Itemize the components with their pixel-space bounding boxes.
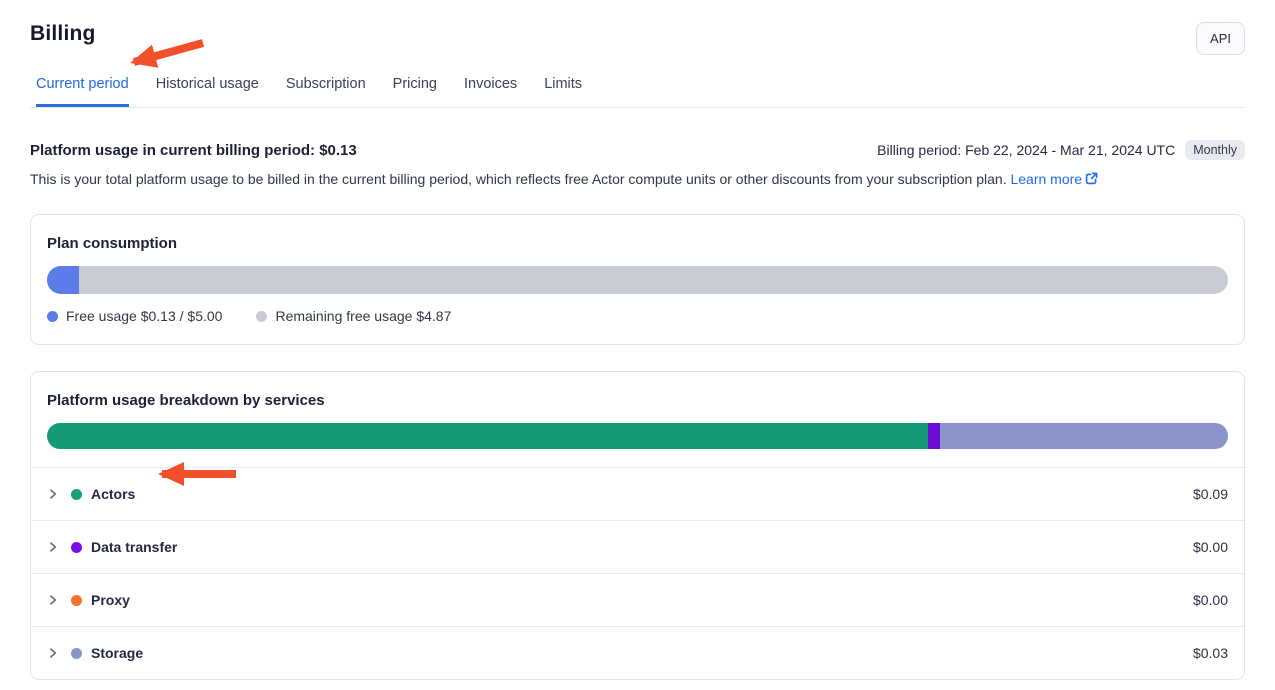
external-link-icon: [1085, 172, 1098, 188]
tab-historical-usage[interactable]: Historical usage: [156, 70, 259, 107]
tab-invoices[interactable]: Invoices: [464, 70, 517, 107]
legend-label: Free usage $0.13 / $5.00: [66, 308, 222, 324]
usage-summary: Platform usage in current billing period…: [30, 140, 1245, 160]
service-color-dot: [71, 489, 82, 500]
billing-cycle-badge: Monthly: [1185, 140, 1245, 160]
billing-period-group: Billing period: Feb 22, 2024 - Mar 21, 2…: [877, 140, 1245, 160]
legend-item-free-usage: Free usage $0.13 / $5.00: [47, 308, 222, 324]
service-row-data-transfer[interactable]: Data transfer $0.00: [31, 520, 1244, 573]
plan-consumption-bar: [47, 266, 1228, 294]
chevron-right-icon[interactable]: [47, 647, 59, 659]
learn-more-label: Learn more: [1010, 171, 1082, 187]
usage-breakdown-card: Platform usage breakdown by services Act…: [30, 371, 1245, 680]
page-title: Billing: [30, 22, 96, 46]
service-row-actors[interactable]: Actors $0.09: [31, 467, 1244, 520]
usage-breakdown-bar: [47, 423, 1228, 449]
tab-limits[interactable]: Limits: [544, 70, 582, 107]
plan-consumption-title: Plan consumption: [47, 235, 1228, 252]
usage-breakdown-title: Platform usage breakdown by services: [47, 392, 1228, 409]
chevron-right-icon[interactable]: [47, 594, 59, 606]
chevron-right-icon[interactable]: [47, 541, 59, 553]
service-label: Actors: [91, 486, 135, 502]
service-label: Data transfer: [91, 539, 177, 555]
service-row-proxy[interactable]: Proxy $0.00: [31, 573, 1244, 626]
service-color-dot: [71, 595, 82, 606]
service-label: Storage: [91, 645, 143, 661]
billing-page: Billing API Current period Historical us…: [0, 0, 1275, 690]
chevron-right-icon[interactable]: [47, 488, 59, 500]
service-value: $0.03: [1193, 645, 1228, 661]
service-value: $0.00: [1193, 592, 1228, 608]
page-header: Billing API: [30, 0, 1245, 55]
api-button[interactable]: API: [1196, 22, 1245, 55]
tab-bar: Current period Historical usage Subscrip…: [30, 70, 1245, 108]
plan-consumption-legend: Free usage $0.13 / $5.00 Remaining free …: [47, 308, 1228, 324]
free-usage-dot: [47, 311, 58, 322]
tab-current-period[interactable]: Current period: [36, 70, 129, 107]
bar-segment-data-transfer: [928, 423, 940, 449]
service-color-dot: [71, 648, 82, 659]
service-rows: Actors $0.09 Data transfer $0.00 Proxy $…: [31, 467, 1244, 679]
service-value: $0.09: [1193, 486, 1228, 502]
remaining-usage-dot: [256, 311, 267, 322]
legend-item-remaining: Remaining free usage $4.87: [256, 308, 451, 324]
usage-description: This is your total platform usage to be …: [30, 171, 1245, 188]
bar-segment-storage: [940, 423, 1228, 449]
bar-segment-actors: [47, 423, 928, 449]
tab-pricing[interactable]: Pricing: [393, 70, 437, 107]
tab-subscription[interactable]: Subscription: [286, 70, 366, 107]
service-value: $0.00: [1193, 539, 1228, 555]
billing-period-text: Billing period: Feb 22, 2024 - Mar 21, 2…: [877, 142, 1175, 158]
plan-consumption-card: Plan consumption Free usage $0.13 / $5.0…: [30, 214, 1245, 345]
free-usage-fill: [47, 266, 79, 294]
legend-label: Remaining free usage $4.87: [275, 308, 451, 324]
usage-heading: Platform usage in current billing period…: [30, 142, 357, 159]
usage-description-text: This is your total platform usage to be …: [30, 171, 1007, 187]
service-label: Proxy: [91, 592, 130, 608]
learn-more-link[interactable]: Learn more: [1010, 171, 1098, 187]
service-row-storage[interactable]: Storage $0.03: [31, 626, 1244, 679]
service-color-dot: [71, 542, 82, 553]
